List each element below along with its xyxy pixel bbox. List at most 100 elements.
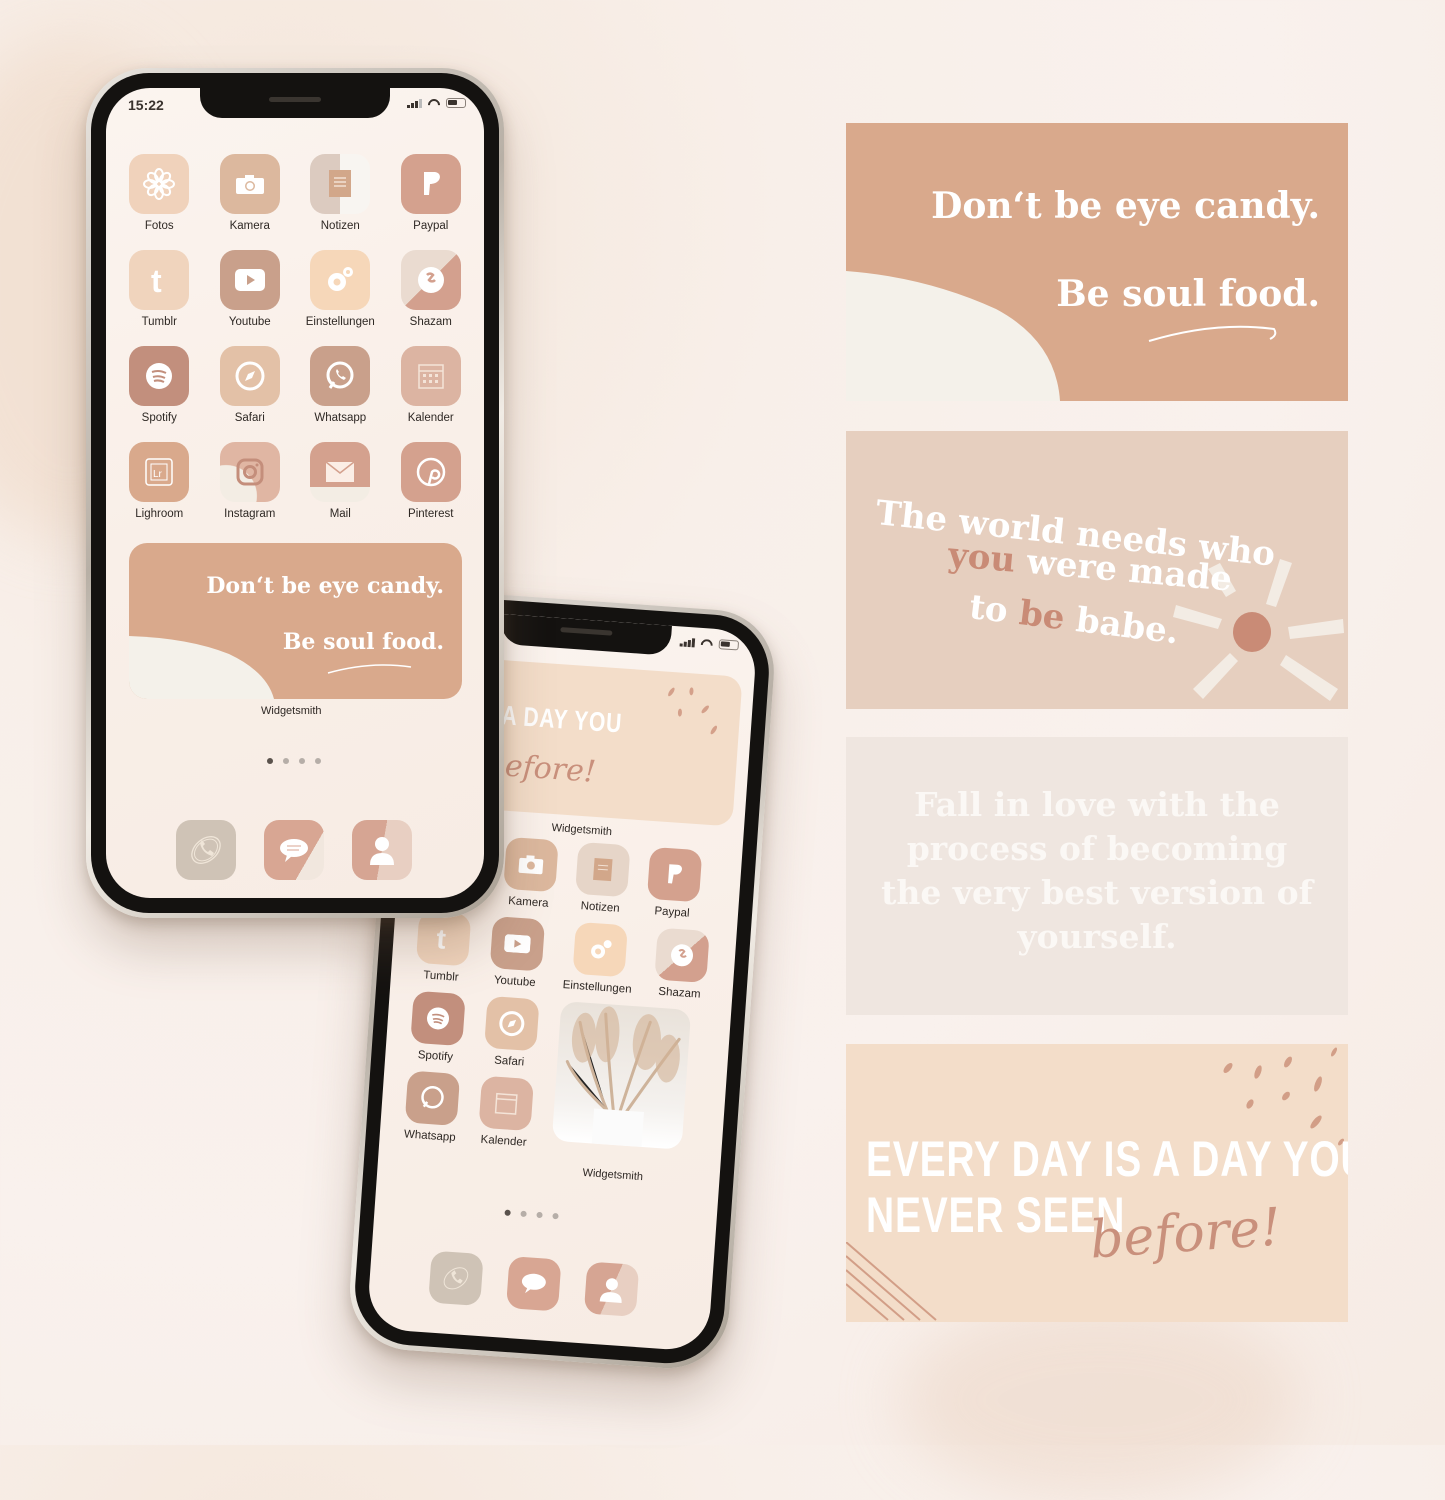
tumblr-icon: t xyxy=(415,910,472,967)
svg-text:t: t xyxy=(435,924,446,953)
card-1-line-1: Don‘t be eye candy. xyxy=(931,185,1320,227)
quote-card-4[interactable]: EVERY DAY IS A DAY YOU NEVER SEEN before… xyxy=(846,1044,1348,1322)
app-paypal[interactable]: Paypal xyxy=(386,154,477,232)
message-icon[interactable] xyxy=(264,820,324,880)
app-einstellungen[interactable]: Einstellungen xyxy=(295,250,386,328)
app-mail[interactable]: Mail xyxy=(295,442,386,520)
app-paypal[interactable]: Paypal xyxy=(646,846,703,920)
app-tumblr[interactable]: t Tumblr xyxy=(114,250,205,328)
card-4-line-1: EVERY DAY IS A DAY YOU xyxy=(866,1131,1348,1187)
app-shazam[interactable]: Shazam xyxy=(653,927,710,1001)
app-tumblr[interactable]: t Tumblr xyxy=(415,910,472,984)
stripes-decoration xyxy=(846,1242,937,1321)
app-shazam[interactable]: Shazam xyxy=(386,250,477,328)
quote-widget[interactable]: Don‘t be eye candy. Be soul food. xyxy=(129,543,462,699)
whatsapp-icon xyxy=(404,1070,461,1127)
calendar-icon xyxy=(478,1075,535,1132)
status-icons xyxy=(407,98,466,108)
mail-icon xyxy=(310,442,371,502)
card-4-script: before! xyxy=(1088,1197,1284,1271)
pinterest-icon xyxy=(400,442,461,502)
svg-text:Lr: Lr xyxy=(153,469,163,480)
widget-line-2: Be soul food. xyxy=(282,629,444,655)
tumblr-icon: t xyxy=(129,250,190,310)
card-1-line-2: Be soul food. xyxy=(1056,273,1320,315)
app-spotify[interactable]: Spotify xyxy=(114,346,205,424)
paypal-icon xyxy=(400,154,461,214)
quote-card-2[interactable]: The world needs who you were made to be … xyxy=(846,431,1348,709)
page-indicator xyxy=(504,1209,559,1220)
app-youtube[interactable]: Youtube xyxy=(488,916,546,989)
youtube-icon xyxy=(219,250,280,310)
shazam-icon xyxy=(400,250,461,310)
photo-widget-label: Widgetsmith xyxy=(582,1166,644,1184)
message-icon[interactable] xyxy=(505,1256,562,1312)
contact-icon[interactable] xyxy=(352,820,412,880)
battery-icon xyxy=(718,639,740,651)
instagram-icon xyxy=(219,442,280,502)
app-kamera[interactable]: Kamera xyxy=(205,154,296,232)
paypal-icon xyxy=(646,846,703,903)
app-einstellungen[interactable]: Einstellungen xyxy=(562,921,636,996)
app-whatsapp[interactable]: Whatsapp xyxy=(295,346,386,424)
app-safari[interactable]: Safari xyxy=(205,346,296,424)
app-grid: Fotos Kamera Notizen Paypal t Tumblr Yout… xyxy=(114,154,476,520)
camera-icon xyxy=(503,836,559,893)
pampas-grass-image xyxy=(565,1006,681,1147)
underline-swoosh xyxy=(1148,325,1277,342)
phone-icon[interactable] xyxy=(428,1250,484,1307)
wifi-icon xyxy=(701,639,714,649)
dock xyxy=(176,820,412,880)
underline-swoosh xyxy=(327,664,412,674)
contact-icon[interactable] xyxy=(583,1261,640,1317)
calendar-icon xyxy=(400,346,461,406)
app-fotos[interactable]: Fotos xyxy=(114,154,205,232)
phone-main-screen: 15:22 Fotos Kamera Notizen Paypal t Tumbl… xyxy=(106,88,484,898)
card-4-line-2: NEVER SEEN xyxy=(866,1187,1126,1243)
whatsapp-icon xyxy=(310,346,371,406)
app-instagram[interactable]: Instagram xyxy=(205,442,296,520)
app-kamera[interactable]: Kamera xyxy=(502,836,559,910)
camera-icon xyxy=(219,154,280,214)
app-notizen[interactable]: Notizen xyxy=(574,841,631,915)
gear-icon xyxy=(310,250,371,310)
notes-icon xyxy=(310,154,371,214)
app-kalender[interactable]: Kalender xyxy=(477,1075,535,1149)
lightroom-icon: Lr xyxy=(129,442,190,502)
signal-icon xyxy=(679,637,696,648)
app-whatsapp[interactable]: Whatsapp xyxy=(403,1070,461,1144)
app-youtube[interactable]: Youtube xyxy=(205,250,296,328)
gear-icon xyxy=(571,921,628,978)
widget-line-1: Don‘t be eye candy. xyxy=(206,573,444,599)
spotify-icon xyxy=(129,346,190,406)
youtube-icon xyxy=(489,916,546,972)
phone-main: 15:22 Fotos Kamera Notizen Paypal t Tumbl… xyxy=(86,68,504,918)
app-kalender[interactable]: Kalender xyxy=(386,346,477,424)
quote-card-3[interactable]: Fall in love with the process of becomin… xyxy=(846,737,1348,1015)
phone-icon[interactable] xyxy=(176,820,236,880)
compass-icon xyxy=(219,346,280,406)
quote-card-1[interactable]: Don‘t be eye candy. Be soul food. xyxy=(846,123,1348,401)
card-2-accent-you: you xyxy=(946,535,1017,581)
svg-text:t: t xyxy=(151,264,162,296)
speckle-decoration xyxy=(668,687,718,735)
status-time: 15:22 xyxy=(128,97,164,113)
cream-blob-decoration xyxy=(129,636,274,699)
spotify-icon xyxy=(410,990,466,1047)
battery-icon xyxy=(446,98,466,108)
signal-icon xyxy=(407,99,422,108)
app-notizen[interactable]: Notizen xyxy=(295,154,386,232)
wifi-icon xyxy=(428,99,440,108)
background-smudge xyxy=(900,1300,1300,1500)
card-3-text: Fall in love with the process of becomin… xyxy=(881,785,1313,956)
app-pinterest[interactable]: Pinterest xyxy=(386,442,477,520)
status-icons xyxy=(679,636,740,651)
page-indicator xyxy=(267,758,321,764)
widget-label: Widgetsmith xyxy=(261,705,322,717)
card-2-accent-be: be xyxy=(1016,593,1067,639)
photo-widget[interactable] xyxy=(551,1001,692,1150)
flower-icon xyxy=(129,154,190,214)
dock xyxy=(428,1250,640,1317)
app-lightroom[interactable]: Lr Lighroom xyxy=(114,442,205,520)
compass-icon xyxy=(484,995,540,1052)
